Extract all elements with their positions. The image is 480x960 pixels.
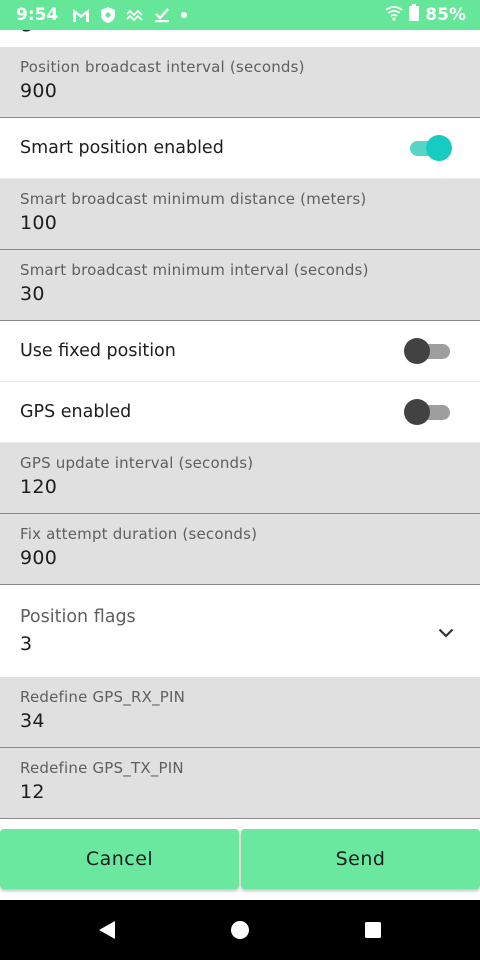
gps-enabled-switch[interactable] <box>404 399 452 425</box>
position-broadcast-interval-field[interactable]: Position broadcast interval (seconds) 90… <box>0 47 480 118</box>
status-time: 9:54 <box>16 5 59 25</box>
field-value[interactable]: 12 <box>20 781 460 803</box>
shield-icon <box>100 6 116 24</box>
smart-position-row[interactable]: Smart position enabled <box>0 118 480 179</box>
use-fixed-position-switch[interactable] <box>404 338 452 364</box>
field-label: Redefine GPS_TX_PIN <box>20 759 184 777</box>
send-button[interactable]: Send <box>241 829 480 889</box>
switch-thumb <box>404 338 430 364</box>
dropdown-value: 3 <box>20 633 33 655</box>
fix-attempt-duration-field[interactable]: Fix attempt duration (seconds) 900 <box>0 514 480 585</box>
row-label: Smart position enabled <box>20 138 224 158</box>
settings-list[interactable]: Position broadcast interval (seconds) 90… <box>0 30 480 819</box>
cancel-button[interactable]: Cancel <box>0 829 239 889</box>
download-check-icon <box>154 7 170 23</box>
navigation-bar <box>0 900 480 960</box>
field-value[interactable]: 900 <box>20 547 460 569</box>
signal-wave-icon <box>126 9 144 21</box>
list-top-gap <box>0 30 480 47</box>
field-label: Redefine GPS_RX_PIN <box>20 688 186 706</box>
gmail-icon <box>72 7 90 23</box>
gps-enabled-row[interactable]: GPS enabled <box>0 382 480 443</box>
recents-icon[interactable] <box>353 910 393 950</box>
back-icon[interactable] <box>87 910 127 950</box>
field-label: GPS update interval (seconds) <box>20 454 254 472</box>
switch-thumb <box>426 135 452 161</box>
position-flags-dropdown[interactable]: Position flags 3 <box>0 585 480 677</box>
smart-position-switch[interactable] <box>408 135 452 161</box>
field-label: Smart broadcast minimum distance (meters… <box>20 190 367 208</box>
field-value[interactable]: 34 <box>20 710 460 732</box>
field-value[interactable]: 900 <box>20 80 460 102</box>
status-bar: 9:54 85% <box>0 0 480 30</box>
battery-icon <box>409 4 420 26</box>
use-fixed-position-row[interactable]: Use fixed position <box>0 321 480 382</box>
switch-thumb <box>404 399 430 425</box>
row-label: Use fixed position <box>20 341 176 361</box>
field-label: Position broadcast interval (seconds) <box>20 58 305 76</box>
field-value[interactable]: 100 <box>20 212 460 234</box>
row-label: GPS enabled <box>20 402 132 422</box>
gps-update-interval-field[interactable]: GPS update interval (seconds) 120 <box>0 443 480 514</box>
chevron-down-icon[interactable] <box>438 623 454 642</box>
gps-tx-pin-field[interactable]: Redefine GPS_TX_PIN 12 <box>0 748 480 819</box>
gps-rx-pin-field[interactable]: Redefine GPS_RX_PIN 34 <box>0 677 480 748</box>
smart-min-distance-field[interactable]: Smart broadcast minimum distance (meters… <box>0 179 480 250</box>
wifi-icon <box>385 5 403 26</box>
status-right: 85% <box>385 4 466 26</box>
dot-icon <box>180 11 188 19</box>
smart-min-interval-field[interactable]: Smart broadcast minimum interval (second… <box>0 250 480 321</box>
field-value[interactable]: 120 <box>20 476 460 498</box>
home-icon[interactable] <box>220 910 260 950</box>
dropdown-label: Position flags <box>20 607 136 627</box>
field-label: Smart broadcast minimum interval (second… <box>20 261 369 279</box>
battery-percent: 85% <box>425 5 466 25</box>
field-label: Fix attempt duration (seconds) <box>20 525 258 543</box>
button-bar: Cancel Send <box>0 829 480 891</box>
field-value[interactable]: 30 <box>20 283 460 305</box>
